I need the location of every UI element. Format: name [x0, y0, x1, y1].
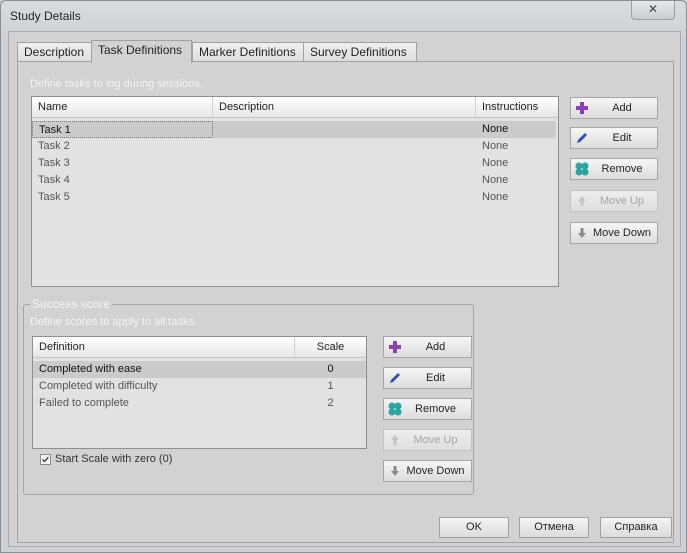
task-name: Task 1 — [32, 121, 213, 138]
task-row[interactable]: Task 2 None — [32, 138, 558, 155]
move-up-task-label: Move Up — [599, 195, 645, 207]
success-score-title: Success score — [30, 297, 113, 311]
edit-score-button[interactable]: Edit — [383, 367, 472, 389]
column-header-description[interactable]: Description — [213, 97, 476, 117]
score-scale: 1 — [327, 380, 334, 392]
title-bar: Study Details ✕ — [1, 1, 686, 31]
move-up-score-label: Move Up — [413, 434, 458, 446]
ok-button[interactable]: OK — [439, 517, 509, 538]
score-definition: Failed to complete — [39, 397, 129, 409]
column-header-name[interactable]: Name — [32, 97, 213, 117]
success-score-hint: Define scores to apply to all tasks. — [30, 316, 197, 328]
column-header-definition[interactable]: Definition — [33, 337, 295, 357]
close-button[interactable]: ✕ — [631, 1, 675, 20]
score-row[interactable]: Completed with difficulty 1 — [33, 378, 366, 395]
task-description — [213, 155, 476, 172]
success-table-header: Definition Scale — [33, 337, 366, 358]
success-score-table[interactable]: Definition Scale Completed with ease 0 C… — [32, 336, 367, 449]
tab-task-definitions[interactable]: Task Definitions — [91, 40, 192, 63]
tab-description[interactable]: Description — [17, 42, 94, 62]
add-score-label: Add — [425, 341, 446, 353]
window-title: Study Details — [10, 9, 81, 23]
add-score-button[interactable]: Add — [383, 336, 472, 358]
cancel-button[interactable]: Отмена — [519, 517, 589, 538]
task-row[interactable]: Task 1 None — [32, 121, 556, 138]
move-down-task-label: Move Down — [592, 227, 652, 239]
task-row[interactable]: Task 4 None — [32, 172, 558, 189]
task-instructions: None — [482, 140, 509, 152]
tasks-table[interactable]: Name Description Instructions Task 1 Non… — [31, 96, 559, 287]
tab-marker-definitions[interactable]: Marker Definitions — [192, 42, 306, 62]
edit-score-label: Edit — [426, 372, 445, 384]
add-task-label: Add — [612, 102, 632, 114]
study-details-window: Study Details ✕ Description Task Definit… — [0, 0, 687, 553]
move-down-task-button[interactable]: Move Down — [570, 222, 658, 244]
task-description — [213, 138, 476, 155]
edit-task-button[interactable]: Edit — [570, 127, 658, 149]
task-description — [213, 121, 476, 138]
column-header-instructions[interactable]: Instructions — [476, 97, 558, 117]
remove-task-label: Remove — [601, 163, 643, 175]
task-name: Task 2 — [38, 140, 70, 152]
score-scale: 2 — [327, 397, 334, 409]
move-up-score-button[interactable]: Move Up — [383, 429, 472, 451]
checkmark-icon — [42, 456, 49, 463]
task-instructions: None — [482, 191, 509, 203]
help-button[interactable]: Справка — [600, 517, 672, 538]
task-row[interactable]: Task 3 None — [32, 155, 558, 172]
task-description — [213, 172, 476, 189]
score-scale: 0 — [327, 363, 334, 375]
task-name: Task 3 — [38, 157, 70, 169]
move-down-score-button[interactable]: Move Down — [383, 460, 472, 482]
task-name: Task 5 — [38, 191, 70, 203]
tab-survey-definitions[interactable]: Survey Definitions — [303, 42, 417, 62]
tasks-table-header: Name Description Instructions — [32, 97, 558, 118]
remove-score-label: Remove — [415, 403, 456, 415]
start-scale-zero-checkbox[interactable] — [40, 454, 51, 465]
task-description — [213, 189, 476, 206]
success-score-group: Success score Define scores to apply to … — [23, 297, 474, 495]
task-row[interactable]: Task 5 None — [32, 189, 558, 206]
score-row[interactable]: Completed with ease 0 — [33, 361, 366, 378]
tasks-hint: Define tasks to log during sessions. — [30, 78, 204, 90]
task-instructions: None — [482, 123, 509, 135]
score-definition: Completed with difficulty — [39, 380, 158, 392]
task-instructions: None — [482, 174, 509, 186]
column-header-scale[interactable]: Scale — [295, 337, 366, 357]
remove-score-button[interactable]: Remove — [383, 398, 472, 420]
score-definition: Completed with ease — [39, 363, 142, 375]
close-icon: ✕ — [647, 2, 659, 16]
edit-task-label: Edit — [612, 132, 632, 144]
add-task-button[interactable]: Add — [570, 97, 658, 119]
task-instructions: None — [482, 157, 509, 169]
move-up-task-button[interactable]: Move Up — [570, 190, 658, 212]
move-down-score-label: Move Down — [406, 465, 465, 477]
score-row[interactable]: Failed to complete 2 — [33, 395, 366, 412]
remove-task-button[interactable]: Remove — [570, 158, 658, 180]
task-name: Task 4 — [38, 174, 70, 186]
start-scale-zero-label: Start Scale with zero (0) — [55, 453, 173, 465]
